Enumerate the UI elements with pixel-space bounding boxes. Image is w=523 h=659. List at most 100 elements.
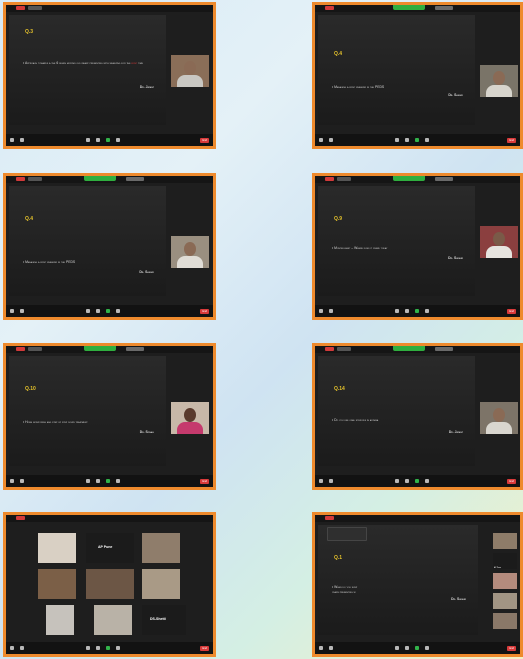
people-icon xyxy=(86,309,90,313)
question-text: • Managing a first wheezer in the PEDS xyxy=(23,260,76,264)
chat-icon xyxy=(405,309,409,313)
share-screen-button[interactable] xyxy=(106,646,110,650)
end-meeting-button[interactable]: End xyxy=(200,137,209,143)
screen-share-bar[interactable] xyxy=(393,176,425,181)
video-button[interactable] xyxy=(329,138,333,142)
mute-button[interactable] xyxy=(10,479,14,483)
window-titlebar xyxy=(6,515,213,522)
record-button[interactable] xyxy=(116,646,120,650)
chat-button[interactable] xyxy=(96,646,100,650)
participant-tile[interactable] xyxy=(86,569,134,599)
record-button[interactable] xyxy=(116,479,120,483)
speaker-video[interactable] xyxy=(480,226,518,258)
participant-thumb[interactable]: AP Pune xyxy=(493,553,517,569)
question-text: • Home monitoring and step up step down … xyxy=(23,420,88,424)
camera-icon xyxy=(329,646,333,650)
end-meeting-button[interactable]: End xyxy=(507,137,516,143)
participant-thumb[interactable] xyxy=(493,613,517,629)
mute-button[interactable] xyxy=(319,309,323,313)
record-button[interactable] xyxy=(425,479,429,483)
share-screen-button[interactable] xyxy=(106,309,110,313)
chat-button[interactable] xyxy=(96,479,100,483)
participant-tile[interactable] xyxy=(142,569,180,599)
record-button[interactable] xyxy=(425,309,429,313)
notification-popup[interactable] xyxy=(327,527,367,541)
question-number: Q.1 xyxy=(334,555,343,561)
video-button[interactable] xyxy=(20,138,24,142)
participant-thumb[interactable] xyxy=(493,593,517,609)
participants-button[interactable] xyxy=(86,309,90,313)
speaker-video[interactable] xyxy=(480,65,518,97)
video-button[interactable] xyxy=(20,646,24,650)
view-toggle[interactable] xyxy=(435,6,453,10)
participant-tile[interactable]: AP Pune xyxy=(86,533,134,563)
end-meeting-button[interactable]: End xyxy=(200,645,209,651)
participants-button[interactable] xyxy=(395,646,399,650)
participant-tile[interactable] xyxy=(142,533,180,563)
meeting-toolbar: End xyxy=(6,642,213,654)
video-button[interactable] xyxy=(20,479,24,483)
participants-button[interactable] xyxy=(395,309,399,313)
participants-button[interactable] xyxy=(86,138,90,142)
chat-button[interactable] xyxy=(96,309,100,313)
participant-tile[interactable] xyxy=(46,605,74,635)
end-meeting-button[interactable]: End xyxy=(507,308,516,314)
share-screen-button[interactable] xyxy=(106,479,110,483)
presenter-name: Dr. Shishir xyxy=(448,256,463,260)
participants-button[interactable] xyxy=(86,479,90,483)
participant-thumb[interactable] xyxy=(493,533,517,549)
participants-button[interactable] xyxy=(395,138,399,142)
participants-button[interactable] xyxy=(86,646,90,650)
screen-share-bar[interactable] xyxy=(393,346,425,351)
participants-button[interactable] xyxy=(395,479,399,483)
participant-thumb[interactable] xyxy=(493,573,517,589)
speaker-video[interactable] xyxy=(171,402,209,434)
mute-button[interactable] xyxy=(10,138,14,142)
share-screen-button[interactable] xyxy=(106,138,110,142)
participant-tile[interactable]: DS-Shetti xyxy=(142,605,186,635)
screen-share-bar[interactable] xyxy=(84,346,116,351)
record-button[interactable] xyxy=(116,138,120,142)
record-button[interactable] xyxy=(425,646,429,650)
view-toggle[interactable] xyxy=(126,347,144,351)
share-screen-button[interactable] xyxy=(415,646,419,650)
meeting-info-label xyxy=(337,347,351,351)
speaker-video[interactable] xyxy=(171,236,209,268)
video-button[interactable] xyxy=(329,309,333,313)
screen-share-bar[interactable] xyxy=(84,176,116,181)
mute-button[interactable] xyxy=(10,646,14,650)
participant-tile[interactable] xyxy=(94,605,132,635)
mute-button[interactable] xyxy=(319,646,323,650)
chat-button[interactable] xyxy=(405,479,409,483)
question-number: Q.4 xyxy=(334,51,343,57)
participant-tile[interactable] xyxy=(38,569,76,599)
mute-button[interactable] xyxy=(319,138,323,142)
video-button[interactable] xyxy=(329,479,333,483)
share-screen-button[interactable] xyxy=(415,309,419,313)
video-button[interactable] xyxy=(329,646,333,650)
record-button[interactable] xyxy=(116,309,120,313)
speaker-video[interactable] xyxy=(480,402,518,434)
end-meeting-button[interactable]: End xyxy=(200,308,209,314)
participant-tile[interactable] xyxy=(38,533,76,563)
screen-share-bar[interactable] xyxy=(393,5,425,10)
record-button[interactable] xyxy=(425,138,429,142)
chat-button[interactable] xyxy=(405,646,409,650)
speaker-video[interactable] xyxy=(171,55,209,87)
chat-button[interactable] xyxy=(405,138,409,142)
view-toggle[interactable] xyxy=(126,177,144,181)
mute-button[interactable] xyxy=(10,309,14,313)
end-meeting-button[interactable]: End xyxy=(200,478,209,484)
chat-button[interactable] xyxy=(96,138,100,142)
chat-button[interactable] xyxy=(405,309,409,313)
view-toggle[interactable] xyxy=(435,347,453,351)
view-toggle[interactable] xyxy=(435,177,453,181)
share-screen-button[interactable] xyxy=(415,479,419,483)
speaker-head xyxy=(184,242,196,256)
share-screen-button[interactable] xyxy=(415,138,419,142)
mute-button[interactable] xyxy=(319,479,323,483)
end-meeting-button[interactable]: End xyxy=(507,478,516,484)
video-button[interactable] xyxy=(20,309,24,313)
end-meeting-button[interactable]: End xyxy=(507,645,516,651)
microphone-icon xyxy=(319,309,323,313)
